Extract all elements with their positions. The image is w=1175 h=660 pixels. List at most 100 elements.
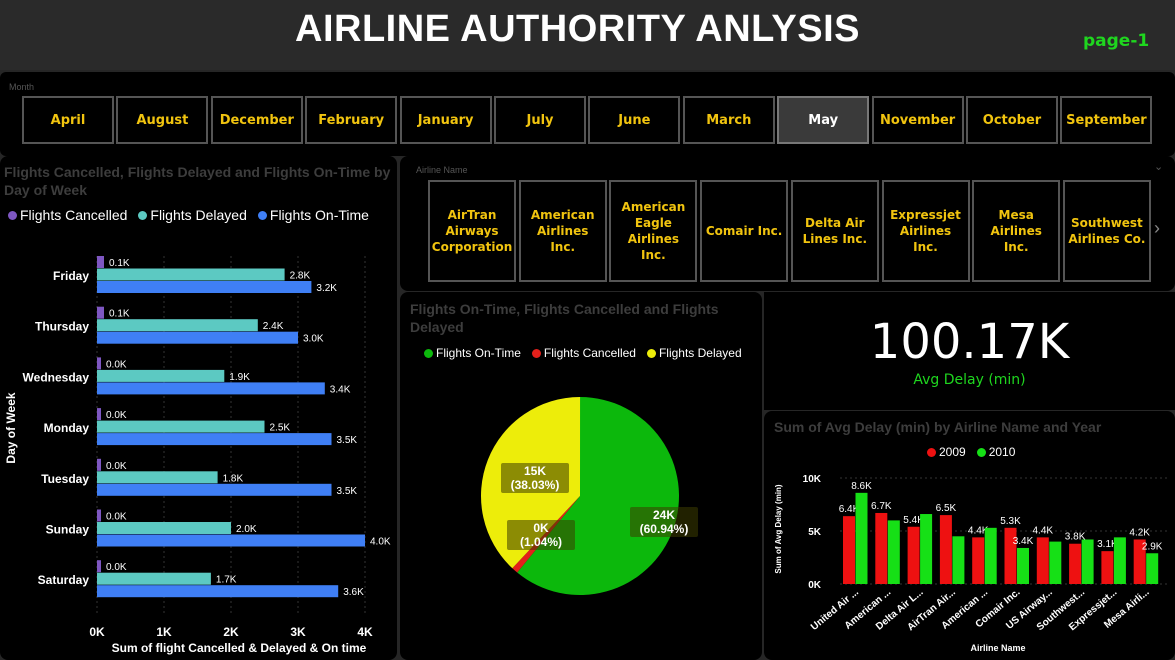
data-label: 5.3K bbox=[1000, 516, 1021, 527]
bar[interactable] bbox=[843, 516, 855, 584]
data-label-pct: (1.04%) bbox=[520, 535, 562, 549]
bar[interactable] bbox=[97, 534, 365, 547]
bar[interactable] bbox=[1017, 547, 1029, 584]
bar[interactable] bbox=[97, 471, 218, 484]
y-tick-label: Monday bbox=[44, 421, 90, 435]
day-of-week-chart-panel: Flights Cancelled, Flights Delayed and F… bbox=[0, 156, 397, 660]
y-tick-label: Sunday bbox=[46, 523, 90, 537]
bar[interactable] bbox=[1069, 543, 1082, 584]
data-label-pct: (38.03%) bbox=[511, 478, 560, 492]
airline-button[interactable]: American Eagle Airlines Inc. bbox=[609, 180, 698, 282]
airline-button[interactable]: Comair Inc. bbox=[700, 180, 789, 282]
y-tick-label: 5K bbox=[808, 527, 822, 538]
airline-button[interactable]: Expressjet Airlines Inc. bbox=[881, 180, 970, 282]
bar[interactable] bbox=[952, 536, 965, 584]
bar[interactable] bbox=[97, 256, 104, 268]
data-label: 2.9K bbox=[1142, 541, 1163, 552]
avg-delay-bar-chart: 0K 5K 10K Sum of Avg Delay (min) Airline Nam… bbox=[774, 474, 1169, 653]
data-label: 1.9K bbox=[229, 372, 250, 383]
bar[interactable] bbox=[97, 585, 339, 598]
bar[interactable] bbox=[875, 512, 888, 584]
data-label: 15K bbox=[524, 464, 546, 478]
bar[interactable] bbox=[907, 526, 920, 584]
bar[interactable] bbox=[97, 483, 332, 496]
month-slicer: Month April August December February January… bbox=[0, 72, 1175, 156]
day-of-week-bar-chart: 0K 1K 2K 3K 4K Sum of flight Cancelled & Dela… bbox=[4, 256, 391, 655]
bar[interactable] bbox=[97, 281, 312, 293]
airline-button[interactable]: American Airlines Inc. bbox=[518, 180, 607, 282]
data-label: 0.0K bbox=[106, 410, 127, 421]
month-button-october[interactable]: October bbox=[966, 96, 1058, 144]
data-label: 6.5K bbox=[936, 503, 957, 514]
x-axis-title: Sum of flight Cancelled & Delayed & On t… bbox=[112, 641, 367, 655]
data-label-pct: (60.94%) bbox=[640, 522, 689, 536]
bar[interactable] bbox=[97, 382, 325, 395]
bar[interactable] bbox=[97, 509, 101, 522]
data-label: 0.0K bbox=[106, 562, 127, 573]
bar[interactable] bbox=[97, 560, 101, 573]
bar[interactable] bbox=[939, 515, 952, 584]
chevron-down-icon[interactable]: ⌄ bbox=[1154, 160, 1163, 173]
bar[interactable] bbox=[920, 514, 933, 584]
data-label: 2.0K bbox=[236, 524, 257, 535]
bar[interactable] bbox=[97, 408, 101, 421]
month-button-may[interactable]: May bbox=[777, 96, 870, 144]
y-tick-label: Thursday bbox=[35, 320, 89, 334]
x-axis-title: Airline Name bbox=[970, 643, 1025, 653]
bar[interactable] bbox=[97, 369, 225, 382]
x-tick-label: 2K bbox=[223, 625, 239, 639]
kpi-label: Avg Delay (min) bbox=[913, 372, 1026, 388]
bar[interactable] bbox=[1146, 553, 1159, 584]
month-button-april[interactable]: April bbox=[22, 96, 114, 144]
month-button-november[interactable]: November bbox=[871, 96, 964, 144]
data-label: 2.5K bbox=[270, 423, 291, 434]
month-button-march[interactable]: March bbox=[682, 96, 775, 144]
month-button-july[interactable]: July bbox=[494, 96, 586, 144]
month-button-february[interactable]: February bbox=[305, 96, 398, 144]
data-label: 6.7K bbox=[871, 501, 892, 512]
data-label: 4.0K bbox=[370, 537, 391, 548]
data-label: 0K bbox=[533, 521, 549, 535]
header: AIRLINE AUTHORITY ANLYSIS page-1 bbox=[0, 0, 1175, 70]
bar[interactable] bbox=[97, 522, 231, 534]
bar[interactable] bbox=[1113, 537, 1126, 584]
bar[interactable] bbox=[97, 357, 101, 370]
bar[interactable] bbox=[1049, 541, 1062, 584]
bar[interactable] bbox=[97, 572, 211, 585]
month-button-september[interactable]: September bbox=[1060, 96, 1153, 144]
airline-button[interactable]: Mesa Airlines Inc. bbox=[972, 180, 1061, 282]
bar[interactable] bbox=[887, 520, 900, 584]
month-button-august[interactable]: August bbox=[116, 96, 209, 144]
bar[interactable] bbox=[855, 492, 868, 584]
month-button-june[interactable]: June bbox=[588, 96, 681, 144]
page-label: page-1 bbox=[1083, 31, 1150, 51]
month-slicer-label: Month bbox=[9, 82, 35, 92]
bar[interactable] bbox=[97, 433, 332, 446]
bar[interactable] bbox=[97, 331, 298, 344]
bar[interactable] bbox=[97, 420, 265, 433]
x-tick-label: 4K bbox=[357, 625, 373, 639]
bar[interactable] bbox=[1036, 537, 1049, 584]
data-label: 0.0K bbox=[106, 512, 127, 523]
bar[interactable] bbox=[97, 306, 104, 319]
data-label: 8.6K bbox=[851, 481, 872, 492]
y-tick-label: Wednesday bbox=[23, 370, 90, 384]
bar[interactable] bbox=[1081, 539, 1094, 584]
data-label: 3.4K bbox=[330, 384, 351, 395]
month-button-december[interactable]: December bbox=[210, 96, 303, 144]
scroll-right-icon[interactable]: › bbox=[1154, 218, 1160, 239]
bar[interactable] bbox=[1101, 551, 1114, 584]
bar[interactable] bbox=[97, 319, 258, 332]
data-label: 0.0K bbox=[106, 461, 127, 472]
data-label: 3.0K bbox=[303, 334, 324, 345]
airline-button[interactable]: Southwest Airlines Co. bbox=[1062, 180, 1151, 282]
month-button-january[interactable]: January bbox=[399, 96, 492, 144]
bar[interactable] bbox=[97, 268, 285, 281]
airline-button[interactable]: Delta Air Lines Inc. bbox=[790, 180, 879, 282]
bar[interactable] bbox=[984, 527, 997, 584]
bar[interactable] bbox=[972, 537, 985, 584]
y-tick-label: 10K bbox=[803, 474, 822, 485]
bar[interactable] bbox=[97, 458, 101, 471]
airline-button[interactable]: AirTran Airways Corporation bbox=[428, 180, 516, 282]
pie-chart-panel: Flights On-Time, Flights Cancelled and F… bbox=[400, 292, 762, 660]
